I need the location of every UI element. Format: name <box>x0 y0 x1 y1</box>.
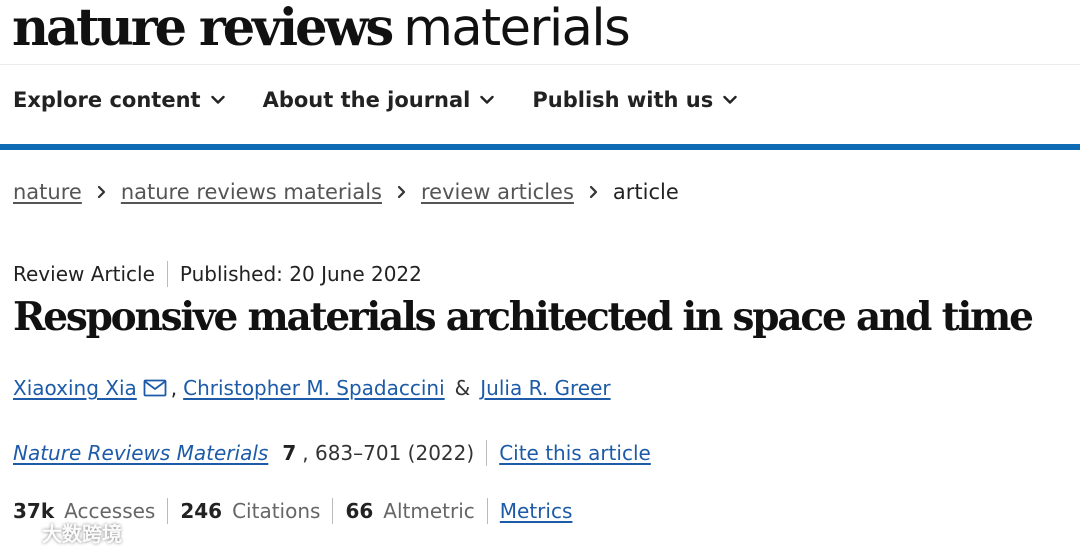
breadcrumb-link-journal[interactable]: nature reviews materials <box>121 180 382 204</box>
breadcrumb: nature nature reviews materials review a… <box>13 180 679 204</box>
citation-divider <box>486 440 488 466</box>
nav-about-the-journal[interactable]: About the journal <box>263 88 495 112</box>
altmetric-count: 66 <box>345 499 374 523</box>
citation-line: Nature Reviews Materials 7 , 683–701 (20… <box>13 440 651 466</box>
nav-explore-content[interactable]: Explore content <box>13 88 225 112</box>
mail-icon[interactable] <box>143 379 167 397</box>
logo-bold-text: nature reviews <box>12 0 394 58</box>
author-link[interactable]: Julia R. Greer <box>480 376 610 400</box>
author-link[interactable]: Xiaoxing Xia <box>13 376 137 400</box>
metrics-divider <box>332 498 334 524</box>
logo-mark-icon <box>8 524 35 541</box>
watermark-text: 大数跨境 <box>42 522 122 546</box>
breadcrumb-current: article <box>612 180 679 204</box>
nav-item-label: Publish with us <box>532 88 714 112</box>
journal-link[interactable]: Nature Reviews Materials <box>13 441 268 465</box>
chevron-down-icon <box>210 95 225 104</box>
chevron-down-icon <box>480 95 495 104</box>
citations-label: Citations <box>232 499 321 523</box>
main-nav: Explore content About the journal Publis… <box>13 88 775 112</box>
meta-divider <box>166 261 168 287</box>
metrics-divider <box>486 498 488 524</box>
journal-logo[interactable]: nature reviews materials <box>12 0 631 60</box>
breadcrumb-link-nature[interactable]: nature <box>13 180 82 204</box>
nav-item-label: Explore content <box>13 88 201 112</box>
nav-publish-with-us[interactable]: Publish with us <box>532 88 737 112</box>
altmetric-label: Altmetric <box>383 499 475 523</box>
journal-pages: , 683–701 (2022) <box>302 441 475 465</box>
chevron-right-icon <box>397 185 406 199</box>
author-ampersand: & <box>454 376 471 400</box>
metrics-divider <box>167 498 169 524</box>
header-divider <box>0 64 1080 65</box>
author-separator: , <box>170 376 178 400</box>
breadcrumb-link-review-articles[interactable]: review articles <box>421 180 574 204</box>
citations-count: 246 <box>180 499 223 523</box>
chevron-right-icon <box>97 185 106 199</box>
article-type: Review Article <box>13 262 155 286</box>
published-date: Published: 20 June 2022 <box>179 262 422 286</box>
chevron-right-icon <box>589 185 598 199</box>
metrics-link[interactable]: Metrics <box>500 499 573 523</box>
accent-bar <box>0 144 1080 150</box>
cite-this-article-link[interactable]: Cite this article <box>499 441 651 465</box>
chevron-down-icon <box>723 95 737 104</box>
author-list: Xiaoxing Xia , Christopher M. Spadaccini… <box>13 376 611 400</box>
nav-item-label: About the journal <box>262 88 471 112</box>
watermark: 大数跨境 <box>8 518 122 547</box>
logo-light-text: materials <box>403 0 630 58</box>
author-link[interactable]: Christopher M. Spadaccini <box>183 376 445 400</box>
article-meta: Review Article Published: 20 June 2022 <box>13 261 422 287</box>
article-title: Responsive materials architected in spac… <box>13 294 1034 340</box>
journal-volume: 7 <box>282 441 297 465</box>
